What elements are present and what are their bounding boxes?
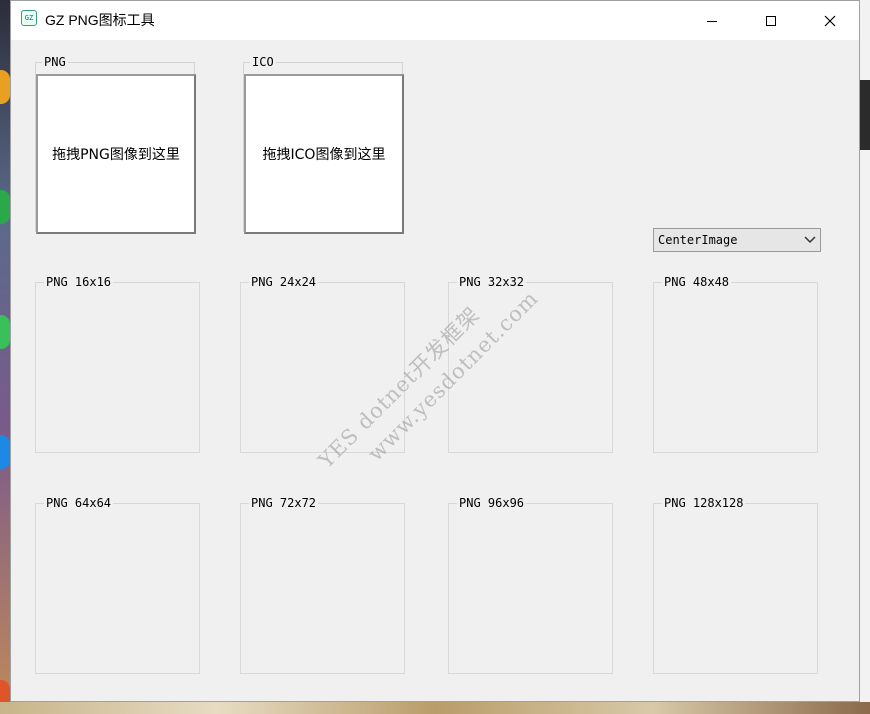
ico-drop-hint: 拖拽ICO图像到这里: [262, 147, 386, 163]
preview-png-96: PNG 96x96: [448, 495, 613, 674]
preview-png-72: PNG 72x72: [240, 495, 405, 674]
preview-png-128: PNG 128x128: [653, 495, 818, 674]
preview-png-64: PNG 64x64: [35, 495, 200, 674]
png-drop-zone[interactable]: 拖拽PNG图像到这里: [36, 74, 196, 234]
preview-png-32: PNG 32x32: [448, 274, 613, 453]
client-area: PNG 拖拽PNG图像到这里 ICO 拖拽ICO图像到这里 CenterImag…: [11, 40, 859, 701]
app-window: GZ GZ PNG图标工具 PNG 拖拽PNG图像到这里 ICO 拖拽ICO图像…: [10, 0, 860, 702]
window-title: GZ PNG图标工具: [45, 12, 155, 28]
png-group-label: PNG: [42, 54, 68, 70]
size-mode-value: CenterImage: [658, 233, 738, 247]
preview-label: PNG 96x96: [457, 495, 527, 511]
preview-label: PNG 24x24: [249, 274, 319, 290]
preview-png-24: PNG 24x24: [240, 274, 405, 453]
png-input-group: PNG 拖拽PNG图像到这里: [35, 54, 196, 234]
preview-png-48: PNG 48x48: [653, 274, 818, 453]
desktop-app-icon: [0, 435, 10, 469]
desktop-background-bottom: [0, 702, 870, 714]
close-icon: [824, 15, 836, 26]
desktop-app-icon: [0, 190, 10, 224]
preview-label: PNG 72x72: [249, 495, 319, 511]
ico-input-group: ICO 拖拽ICO图像到这里: [243, 54, 404, 234]
close-button[interactable]: [801, 1, 859, 40]
desktop-app-icon: [0, 315, 10, 349]
preview-png-16: PNG 16x16: [35, 274, 200, 453]
ico-drop-zone[interactable]: 拖拽ICO图像到这里: [244, 74, 404, 234]
png-drop-hint: 拖拽PNG图像到这里: [52, 147, 180, 163]
ico-group-label: ICO: [250, 54, 276, 70]
minimize-icon: [707, 20, 717, 22]
size-mode-select[interactable]: CenterImage: [653, 228, 821, 252]
app-icon: GZ: [21, 10, 37, 26]
preview-label: PNG 48x48: [662, 274, 732, 290]
preview-label: PNG 64x64: [44, 495, 114, 511]
title-bar[interactable]: GZ GZ PNG图标工具: [11, 1, 859, 40]
maximize-button[interactable]: [742, 1, 800, 40]
maximize-icon: [766, 15, 776, 26]
minimize-button[interactable]: [683, 1, 741, 40]
preview-label: PNG 16x16: [44, 274, 114, 290]
preview-label: PNG 128x128: [662, 495, 746, 511]
desktop-app-icon: [0, 70, 10, 104]
chevron-down-icon: [804, 236, 816, 244]
preview-label: PNG 32x32: [457, 274, 527, 290]
